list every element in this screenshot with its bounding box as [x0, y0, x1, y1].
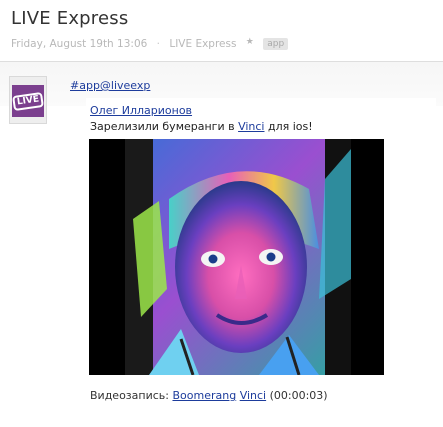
post-message: Зарелизили бумеранги в Vinci для ios! [90, 120, 313, 133]
header: LIVE Express Friday, August 19th 13:06 ·… [11, 0, 443, 50]
live-logo-icon: LIVE [11, 91, 44, 111]
channel-tag: #app@liveexp [70, 79, 150, 92]
caption-prefix: Видеозапись: [90, 389, 173, 402]
message-text-end: для ios! [264, 120, 313, 133]
video-link-vinci[interactable]: Vinci [240, 389, 266, 402]
channel-link[interactable]: #app@liveexp [70, 79, 150, 92]
post-source[interactable]: LIVE Express [169, 38, 236, 50]
post-meta: Friday, August 19th 13:06 · LIVE Express… [11, 37, 289, 50]
page-title: LIVE Express [11, 8, 129, 29]
post-date: Friday, August 19th 13:06 [11, 38, 148, 50]
message-text: Зарелизили бумеранги в [90, 120, 239, 133]
video-caption: Видеозапись: Boomerang Vinci (00:00:03) [90, 389, 328, 402]
message-link-vinci[interactable]: Vinci [238, 120, 264, 133]
video-duration: (00:00:03) [269, 389, 328, 402]
author-link[interactable]: Олег Илларионов [90, 104, 192, 117]
avatar-frame[interactable]: LIVE [9, 76, 47, 124]
post-author: Олег Илларионов [90, 104, 192, 117]
tag-badge[interactable]: app [263, 38, 289, 50]
avatar[interactable]: LIVE [11, 85, 44, 117]
video-thumbnail [89, 139, 384, 376]
star-icon[interactable]: ★ [246, 37, 254, 47]
separator: · [156, 38, 160, 50]
video-player[interactable] [89, 139, 384, 376]
video-link-boomerang[interactable]: Boomerang [172, 389, 236, 402]
post-card: Олег Илларионов Зарелизили бумеранги в V… [86, 98, 436, 410]
